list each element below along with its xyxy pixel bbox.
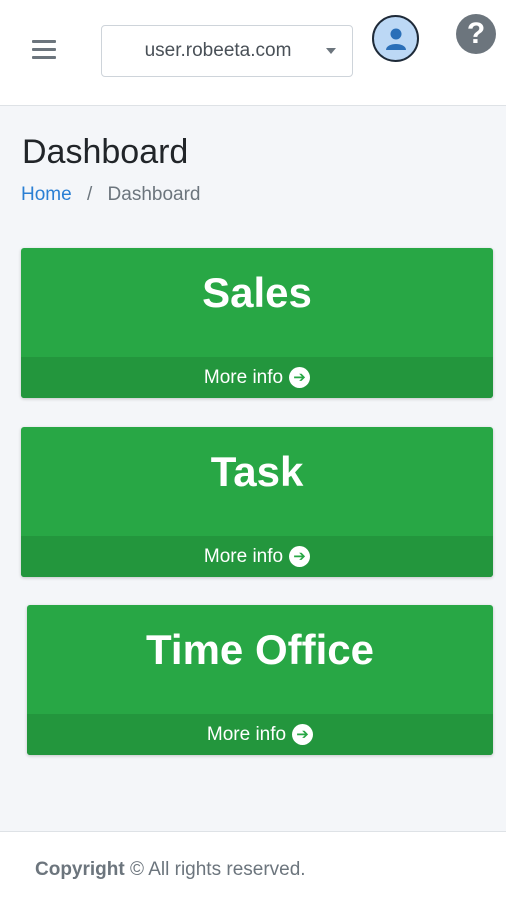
arrow-circle-right-icon: ➔ (292, 724, 314, 745)
task-card[interactable]: Task More info ➔ (21, 427, 493, 577)
page-title: Dashboard (22, 133, 189, 171)
domain-select[interactable]: user.robeeta.com (101, 25, 353, 77)
footer-text: All rights reserved. (148, 859, 306, 880)
top-navbar: user.robeeta.com ? (0, 0, 506, 106)
more-info-link[interactable]: More info ➔ (21, 357, 493, 398)
breadcrumb: Home / Dashboard (21, 184, 200, 206)
domain-select-value: user.robeeta.com (144, 40, 292, 61)
card-title: Time Office (146, 626, 374, 673)
breadcrumb-separator: / (86, 184, 93, 205)
arrow-circle-right-icon: ➔ (289, 367, 311, 388)
user-avatar[interactable] (372, 15, 419, 62)
chevron-down-icon (326, 48, 336, 54)
page-footer: Copyright © All rights reserved. (0, 831, 506, 900)
card-title: Sales (202, 269, 312, 316)
user-icon (385, 28, 406, 50)
more-info-label: More info (203, 545, 284, 567)
breadcrumb-current: Dashboard (107, 184, 201, 205)
sales-card[interactable]: Sales More info ➔ (21, 248, 493, 398)
more-info-label: More info (203, 366, 284, 388)
card-title: Task (210, 448, 304, 495)
arrow-circle-right-icon: ➔ (289, 546, 311, 567)
more-info-link[interactable]: More info ➔ (27, 714, 493, 755)
copyright-symbol: © (130, 859, 144, 880)
more-info-link[interactable]: More info ➔ (21, 536, 493, 577)
time-office-card[interactable]: Time Office More info ➔ (27, 605, 493, 755)
more-info-label: More info (206, 723, 287, 745)
menu-hamburger-icon[interactable] (32, 40, 56, 60)
breadcrumb-home-link[interactable]: Home (21, 184, 72, 205)
help-icon[interactable]: ? (456, 14, 496, 54)
footer-copyright-label: Copyright (35, 859, 125, 880)
